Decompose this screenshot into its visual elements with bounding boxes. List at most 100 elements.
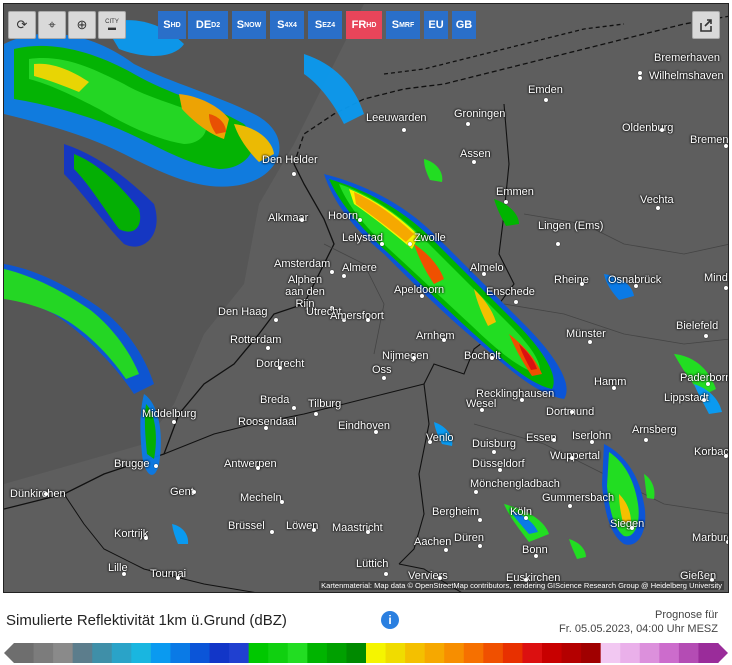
city-dot	[402, 128, 406, 132]
city-dot	[292, 406, 296, 410]
city-label: Lelystad	[342, 232, 383, 244]
city-dot	[264, 426, 268, 430]
city-label: Duisburg	[472, 438, 517, 450]
model-button-shd[interactable]: S HD	[158, 11, 186, 39]
radar-map[interactable]: ⟳ ⌖ ⊕ CITY ▬ S HD DE D2 S NOW S 4X4 S EZ4 FR HD S MRF…	[3, 3, 729, 593]
city-label: Den Helder	[262, 154, 318, 166]
city-dot	[408, 242, 412, 246]
city-dot	[534, 554, 538, 558]
model-button-eu[interactable]: EU	[424, 11, 448, 39]
scale-swatch	[248, 643, 269, 663]
city-label: Brüssel	[228, 520, 265, 532]
model-button-frhd[interactable]: FR HD	[346, 11, 382, 39]
scale-swatch	[229, 643, 250, 663]
city-label: Middelburg	[142, 408, 197, 420]
scale-swatch	[678, 643, 699, 663]
scale-swatch	[522, 643, 543, 663]
city-label: Alphen aan den Rijn	[285, 274, 325, 310]
city-dot	[482, 272, 486, 276]
city-label: Hoorn	[328, 210, 358, 222]
city-label: Leeuwarden	[366, 112, 427, 124]
scale-swatch	[170, 643, 191, 663]
city-label: Minden	[704, 272, 728, 284]
city-dot	[726, 540, 728, 544]
city-dot	[520, 398, 524, 402]
model-button-snow[interactable]: S NOW	[232, 11, 266, 39]
scale-swatch	[561, 643, 582, 663]
city-label: Brugge	[114, 458, 150, 470]
city-dot	[590, 440, 594, 444]
city-dot	[154, 464, 158, 468]
city-dot	[366, 530, 370, 534]
city-dot	[122, 572, 126, 576]
city-dot	[412, 356, 416, 360]
scale-right-arrow	[718, 643, 728, 663]
city-label: Bergheim	[432, 506, 480, 518]
city-label: Rotterdam	[230, 334, 282, 346]
city-dot	[630, 526, 634, 530]
city-dot	[490, 356, 494, 360]
city-dot	[638, 76, 642, 80]
share-icon[interactable]	[692, 11, 720, 39]
scale-swatch	[150, 643, 171, 663]
city-dot	[442, 338, 446, 342]
city-dot	[492, 450, 496, 454]
city-dot	[556, 242, 560, 246]
city-toggle-button[interactable]: CITY ▬	[98, 11, 126, 39]
city-label: Arnhem	[416, 330, 455, 342]
scale-left-arrow	[4, 643, 14, 663]
zoom-icon[interactable]: ⊕	[68, 11, 96, 39]
city-label: Antwerpen	[224, 458, 277, 470]
city-dot	[330, 270, 334, 274]
refresh-icon[interactable]: ⟳	[8, 11, 36, 39]
city-dot	[514, 300, 518, 304]
city-dot	[472, 160, 476, 164]
city-label: Eindhoven	[338, 420, 390, 432]
city-label: Tournai	[150, 568, 187, 580]
city-label: Nijmegen	[382, 350, 429, 362]
model-button-gb[interactable]: GB	[452, 11, 476, 39]
city-dot	[478, 518, 482, 522]
scale-swatch	[463, 643, 484, 663]
model-button-ded2[interactable]: DE D2	[188, 11, 228, 39]
city-dot	[634, 284, 638, 288]
map-attribution: Kartenmaterial: Map data © OpenStreetMap…	[319, 581, 724, 590]
city-label: Köln	[510, 506, 533, 518]
location-pin-icon[interactable]: ⌖	[38, 11, 66, 39]
city-label: Aachen	[414, 536, 452, 548]
scale-swatch	[190, 643, 211, 663]
city-dot	[580, 282, 584, 286]
city-dot	[358, 218, 362, 222]
map-canvas	[4, 4, 728, 592]
city-dot	[382, 376, 386, 380]
city-dot	[438, 576, 442, 580]
scale-swatch	[385, 643, 406, 663]
city-dot	[570, 456, 574, 460]
model-button-s4x4[interactable]: S 4X4	[270, 11, 304, 39]
city-label: Emmen	[496, 186, 534, 198]
city-label: Amersfoort	[330, 310, 384, 322]
city-dot	[474, 490, 478, 494]
city-label: Marburg	[692, 532, 729, 544]
city-label: Bocholt	[464, 350, 501, 362]
city-label: Mecheln	[240, 492, 282, 504]
city-dot	[724, 286, 728, 290]
city-dot	[192, 490, 196, 494]
city-dot	[588, 340, 592, 344]
scale-swatch	[287, 643, 308, 663]
city-label: Breda	[260, 394, 290, 406]
city-dot	[380, 242, 384, 246]
model-button-smrf[interactable]: S MRF	[386, 11, 420, 39]
model-button-sez4[interactable]: S EZ4	[308, 11, 342, 39]
scale-swatch	[698, 643, 719, 663]
scale-swatch	[307, 643, 328, 663]
city-label: Enschede	[486, 286, 535, 298]
city-dot	[702, 398, 706, 402]
info-icon[interactable]: i	[381, 611, 399, 629]
city-label: Oldenburg	[622, 122, 674, 134]
city-dot	[504, 200, 508, 204]
city-label: Düren	[454, 532, 484, 544]
city-dot	[480, 408, 484, 412]
city-label: Münster	[566, 328, 606, 340]
city-label: Bremen	[690, 134, 729, 146]
